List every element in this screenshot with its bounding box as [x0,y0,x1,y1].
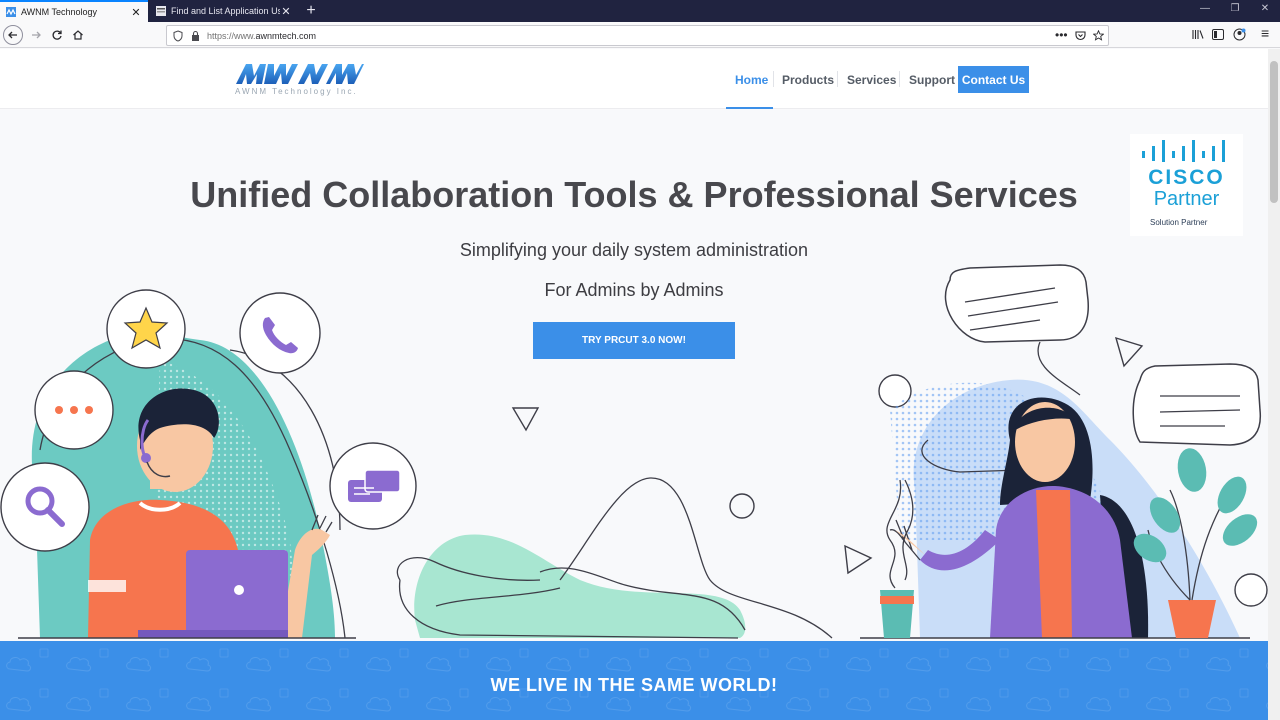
hero-subtitle: Simplifying your daily system administra… [459,240,809,260]
nav-divider [773,71,774,87]
triangle-shape [844,544,873,575]
ellipsis-icon [34,370,114,450]
site-header: AWNM Technology Inc. Home Products Servi… [0,49,1268,109]
shield-icon[interactable] [173,30,183,42]
close-icon[interactable]: ✕ [280,5,292,18]
reload-icon [52,30,62,40]
nav-home[interactable]: Home [735,73,768,87]
url-bar[interactable]: https://www.awnmtech.com ••• [166,25,1109,46]
chat-icon [329,442,417,530]
contact-us-button[interactable]: Contact Us [958,66,1029,93]
browser-tab-bar: AWNM Technology ✕ Find and List Applicat… [0,0,1280,22]
url-domain: awnmtech.com [255,31,317,41]
url-text: https://www.awnmtech.com [207,31,316,41]
logo-tagline: AWNM Technology Inc. [235,87,358,96]
cisco-partner-badge[interactable]: CISCO Partner Solution Partner [1130,134,1243,236]
forward-button[interactable] [26,25,46,45]
nav-support[interactable]: Support [909,73,955,87]
arrow-right-icon [32,31,41,39]
circle-shape [1234,573,1268,607]
star-bookmark-icon[interactable] [1093,30,1104,41]
phone-icon [239,292,321,374]
home-button[interactable] [68,25,88,45]
tab-title: Find and List Application Users [171,6,280,16]
cisco-partner-text: Partner [1153,188,1220,210]
cisco-bars-logo [1142,140,1225,162]
speech-bubble-right [1132,363,1262,446]
home-icon [73,30,83,40]
sidebar-icon[interactable] [1212,29,1224,40]
page-actions-icon[interactable]: ••• [1055,28,1068,42]
nav-active-indicator [726,107,773,109]
star-icon [106,289,186,369]
nav-services[interactable]: Services [847,73,896,87]
lock-icon[interactable] [191,30,200,42]
scrollbar-thumb[interactable] [1270,61,1278,203]
url-protocol: https://www. [207,31,256,41]
account-icon[interactable] [1233,28,1246,41]
tagline-banner: WE LIVE IN THE SAME WORLD! [0,641,1268,720]
close-icon[interactable]: ✕ [130,6,142,19]
arrow-left-icon [8,31,17,39]
nav-divider [899,71,900,87]
window-close-button[interactable]: ✕ [1250,3,1280,14]
menu-icon[interactable]: ≡ [1261,25,1269,41]
new-tab-button[interactable]: + [302,2,320,20]
hero-title: Unified Collaboration Tools & Profession… [190,174,1078,215]
try-prcut-button[interactable]: TRY PRCUT 3.0 NOW! [533,322,735,359]
banner-heading: WE LIVE IN THE SAME WORLD! [490,675,778,695]
tab-awnm-technology[interactable]: AWNM Technology ✕ [0,0,148,22]
restore-button[interactable]: ❐ [1220,3,1250,14]
mint-blob-shape [414,534,746,638]
nav-products[interactable]: Products [782,73,834,87]
triangle-shape [1114,336,1144,368]
awnm-favicon-icon [6,7,16,17]
nav-divider [837,71,838,87]
search-icon [0,462,90,552]
hero-tagline: For Admins by Admins [544,280,724,300]
speech-bubble-top [944,264,1089,343]
cisco-wordmark: CISCO [1148,166,1225,189]
reload-button[interactable] [47,25,67,45]
minimize-button[interactable]: — [1190,3,1220,14]
circle-shape [729,493,755,519]
triangle-shape [511,407,540,432]
page-scrollbar[interactable] [1268,49,1280,720]
browser-navigation-bar: https://www.awnmtech.com ••• ≡ [0,22,1280,48]
cisco-partner-level: Solution Partner [1150,218,1208,227]
page-favicon-icon [156,6,166,16]
tab-title: AWNM Technology [21,7,98,17]
pocket-icon[interactable] [1075,30,1086,41]
hero-section: Unified Collaboration Tools & Profession… [0,110,1268,641]
library-icon[interactable] [1192,29,1204,40]
back-button[interactable] [3,25,23,45]
tab-find-users[interactable]: Find and List Application Users ✕ [150,0,298,22]
